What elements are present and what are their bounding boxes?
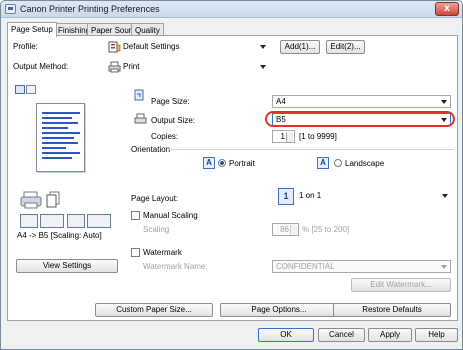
watermark-value: CONFIDENTIAL — [276, 262, 335, 271]
view-settings-button[interactable]: View Settings — [16, 259, 118, 273]
copies-value: 1 — [280, 132, 285, 141]
help-button[interactable]: Help — [415, 328, 458, 342]
window-title: Canon Printer Printing Preferences — [20, 4, 160, 14]
cancel-button[interactable]: Cancel — [318, 328, 365, 342]
page-layout-icon: 1 — [278, 188, 294, 205]
page-layout-value: 1 on 1 — [299, 191, 322, 200]
page-layout-label: Page Layout: — [131, 194, 179, 203]
landscape-radio[interactable] — [334, 159, 342, 167]
profile-select[interactable]: Default Settings — [121, 41, 269, 54]
printer-device-icon — [20, 191, 42, 209]
scaling-label: Scaling — [143, 225, 170, 234]
finishing-icon-1[interactable] — [20, 214, 38, 228]
watermark-checkbox[interactable] — [131, 248, 140, 257]
output-size-icon — [134, 113, 147, 125]
watermark-select[interactable]: CONFIDENTIAL — [272, 260, 451, 273]
page-size-select[interactable]: A4 — [272, 95, 451, 108]
add-profile-button[interactable]: Add(1)... — [280, 40, 320, 54]
copies-spinner[interactable] — [286, 132, 293, 142]
portrait-orientation-icon: A — [203, 157, 215, 169]
portrait-label: Portrait — [229, 159, 255, 168]
copies-input[interactable]: 1 — [272, 130, 295, 143]
portrait-radio[interactable] — [218, 159, 226, 167]
finishing-icon-3[interactable] — [67, 214, 85, 228]
page-options-button[interactable]: Page Options... — [220, 303, 338, 317]
profile-value: Default Settings — [123, 42, 180, 51]
ok-button[interactable]: OK — [258, 328, 314, 342]
details-mode-icon[interactable] — [26, 85, 36, 94]
page-size-value: A4 — [276, 97, 286, 106]
custom-paper-size-button[interactable]: Custom Paper Size... — [95, 303, 213, 317]
tab-page-setup[interactable]: Page Setup — [7, 22, 57, 37]
apply-button[interactable]: Apply — [368, 328, 412, 342]
print-icon — [108, 61, 121, 73]
output-method-select[interactable]: Print — [121, 61, 269, 74]
preview-status-text: A4 -> B5 [Scaling: Auto] — [17, 231, 102, 240]
scaling-input[interactable]: 86 — [272, 223, 299, 236]
edit-watermark-button[interactable]: Edit Watermark... — [351, 278, 451, 292]
manual-scaling-label: Manual Scaling — [143, 211, 198, 220]
scaling-value: 86 — [280, 225, 289, 234]
document-stack-icon — [46, 191, 60, 208]
chevron-down-icon — [260, 65, 266, 69]
output-method-value: Print — [123, 62, 140, 71]
edit-profile-button[interactable]: Edit(2)... — [326, 40, 365, 54]
orientation-label: Orientation — [131, 145, 171, 154]
orientation-divider — [169, 149, 454, 150]
close-button[interactable]: x — [435, 2, 459, 16]
page-preview-image — [36, 103, 85, 172]
landscape-label: Landscape — [345, 159, 385, 168]
chevron-down-icon — [441, 100, 447, 104]
title-bar[interactable]: Canon Printer Printing Preferences x — [1, 1, 462, 18]
chevron-down-icon — [441, 265, 447, 269]
finishing-icon-2[interactable] — [40, 214, 64, 228]
page-size-label: Page Size: — [151, 97, 190, 106]
page-size-icon — [134, 89, 145, 102]
printer-icon — [5, 4, 16, 14]
scaling-spinner[interactable] — [290, 225, 297, 235]
printer-preferences-window: Canon Printer Printing Preferences x Pag… — [0, 0, 463, 350]
finishing-icon-4[interactable] — [87, 214, 111, 228]
chevron-down-icon — [260, 45, 266, 49]
copies-range: [1 to 9999] — [299, 132, 337, 141]
output-method-label: Output Method: — [13, 62, 69, 71]
profile-label: Profile: — [13, 42, 38, 51]
scaling-range: % [25 to 200] — [302, 225, 350, 234]
copies-label: Copies: — [151, 132, 179, 141]
highlight-annotation — [265, 111, 455, 127]
manual-scaling-checkbox[interactable] — [131, 211, 140, 220]
output-size-label: Output Size: — [151, 116, 196, 125]
landscape-orientation-icon: A — [317, 157, 329, 169]
watermark-label: Watermark — [143, 248, 182, 257]
profile-icon — [108, 41, 121, 53]
watermark-name-label: Watermark Name: — [143, 262, 208, 271]
restore-defaults-button[interactable]: Restore Defaults — [333, 303, 451, 317]
preview-mode-icon[interactable] — [15, 85, 25, 94]
chevron-down-icon — [442, 194, 448, 198]
page-layout-select[interactable]: 1 on 1 — [296, 190, 451, 203]
